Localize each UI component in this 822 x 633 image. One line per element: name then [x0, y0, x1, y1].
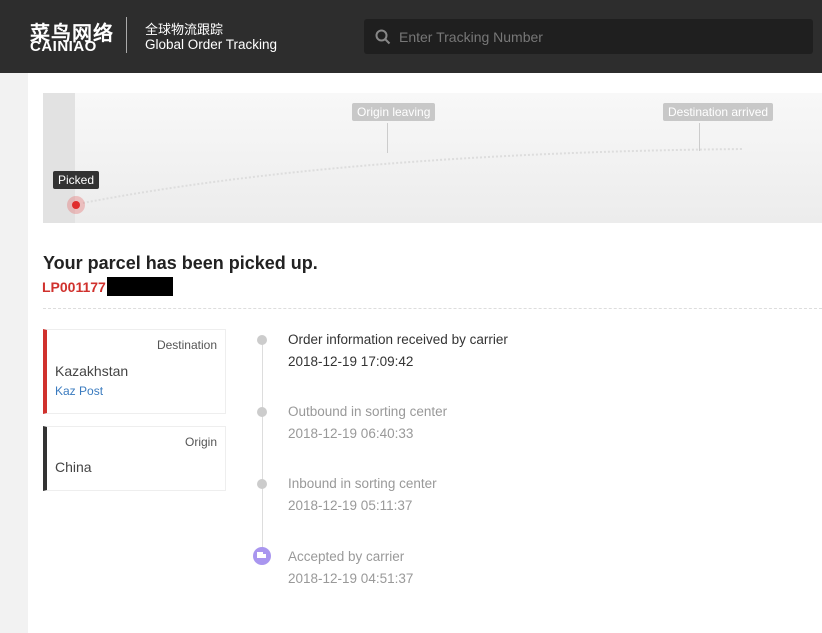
timeline-dot: [257, 407, 267, 417]
destination-country: Kazakhstan: [55, 363, 129, 379]
main-content: Origin leaving Destination arrived Picke…: [28, 73, 822, 633]
logo-en[interactable]: CAINIAO: [30, 38, 97, 55]
origin-label: Origin: [184, 435, 217, 449]
stem: [699, 123, 700, 151]
subtitle-en: Global Order Tracking: [145, 37, 278, 52]
destination-label: Destination: [156, 338, 217, 352]
separator: [43, 308, 822, 309]
event-time: 2018-12-19 17:09:42: [288, 354, 414, 369]
event-title: Outbound in sorting center: [288, 404, 448, 419]
event-title: Order information received by carrier: [288, 332, 508, 347]
status-title: Your parcel has been picked up.: [43, 253, 318, 273]
event-time: 2018-12-19 04:51:37: [288, 571, 414, 586]
timeline-event: Outbound in sorting center 2018-12-19 06:…: [257, 404, 448, 441]
origin-country: China: [55, 459, 92, 475]
tracking-map: Origin leaving Destination arrived Picke…: [43, 93, 822, 223]
divider: [126, 17, 127, 53]
timeline-dot: [257, 335, 267, 345]
subtitle-cn: 全球物流跟踪: [145, 23, 224, 38]
tracking-number: LP001177: [42, 277, 173, 296]
stage-picked: Picked: [53, 171, 100, 189]
destination-card: Destination Kazakhstan Kaz Post: [43, 329, 226, 414]
redacted-block: [106, 277, 173, 296]
stage-origin-leaving: Origin leaving: [352, 103, 436, 121]
timeline-event: Inbound in sorting center 2018-12-19 05:1…: [257, 476, 437, 513]
tracking-number-text: LP001177: [42, 278, 106, 295]
origin-card: Origin China: [43, 426, 226, 491]
stage-destination-arrived: Destination arrived: [663, 103, 774, 121]
timeline-event: Order information received by carrier 201…: [257, 332, 508, 369]
timeline-dot: [257, 479, 267, 489]
event-time: 2018-12-19 06:40:33: [288, 426, 414, 441]
event-title: Accepted by carrier: [288, 549, 405, 564]
timeline-event: Accepted by carrier 2018-12-19 04:51:37: [253, 547, 414, 586]
current-location-marker: [67, 196, 85, 214]
search-box[interactable]: [364, 19, 813, 54]
tracking-number-input[interactable]: [399, 28, 799, 45]
event-time: 2018-12-19 05:11:37: [288, 498, 413, 513]
truck-icon: [253, 547, 271, 565]
search-icon: [375, 29, 391, 44]
header: 菜鸟网络 CAINIAO 全球物流跟踪 Global Order Trackin…: [0, 0, 822, 73]
timeline-line: [262, 338, 263, 553]
event-title: Inbound in sorting center: [288, 476, 437, 491]
carrier-link[interactable]: Kaz Post: [55, 384, 103, 398]
stem: [387, 123, 388, 153]
